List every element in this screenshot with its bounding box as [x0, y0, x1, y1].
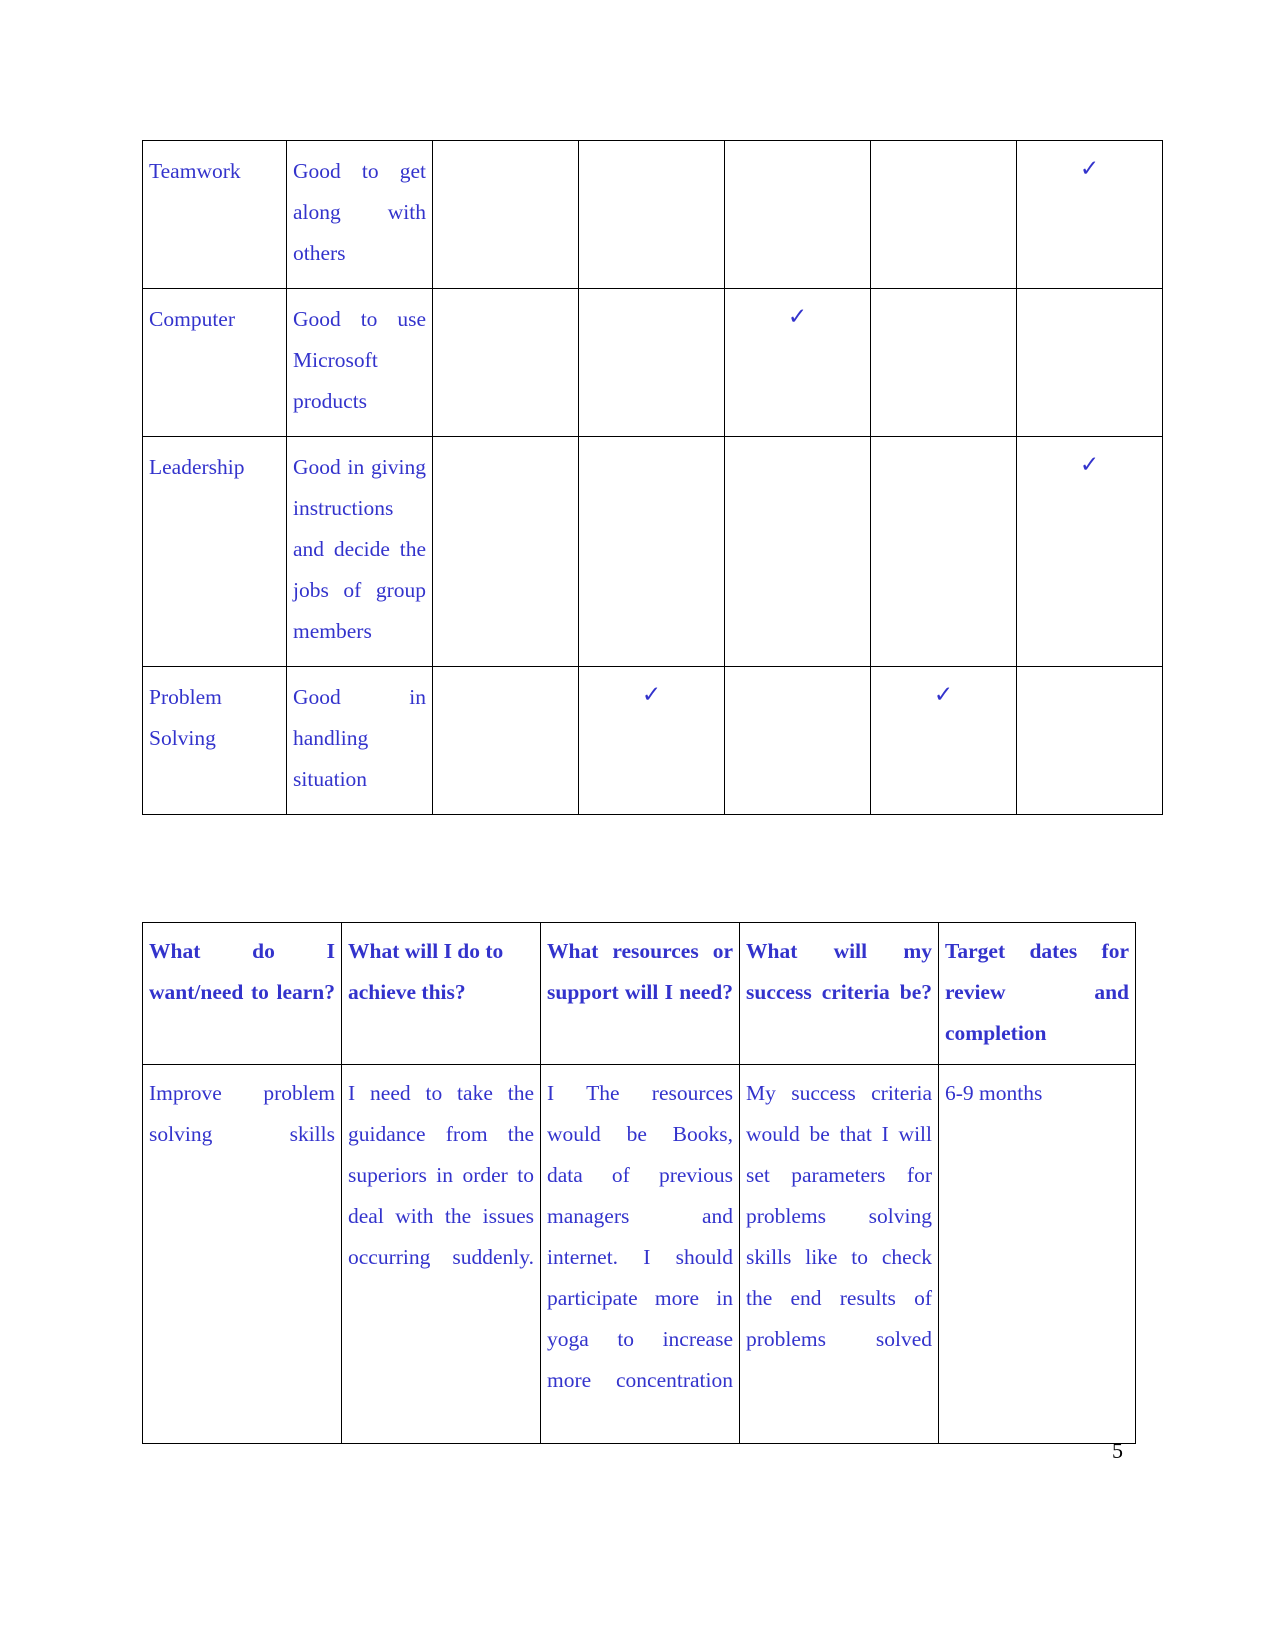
skill-description-cell: Good to get along with others: [286, 140, 433, 289]
document-page: Teamwork Good to get along with others ✓…: [0, 0, 1275, 1651]
rating-cell-5[interactable]: [1016, 288, 1163, 437]
check-icon: ✓: [1079, 156, 1100, 181]
rating-cell-3[interactable]: [724, 666, 871, 815]
check-icon: ✓: [1079, 452, 1100, 477]
plan-cell-resources: I The resources would be Books, data of …: [540, 1064, 740, 1444]
table-row: Improve problem solving skills I need to…: [142, 1064, 1136, 1444]
rating-cell-5[interactable]: ✓: [1016, 140, 1163, 289]
skill-name-cell: Problem Solving: [142, 666, 287, 815]
table-row: Problem Solving Good in handling situati…: [142, 666, 1163, 815]
skill-description-cell: Good in handling situation: [286, 666, 433, 815]
rating-cell-1[interactable]: [432, 288, 579, 437]
rating-cell-1[interactable]: [432, 436, 579, 667]
check-icon: ✓: [641, 682, 662, 707]
rating-cell-4[interactable]: [870, 436, 1017, 667]
rating-cell-4[interactable]: [870, 288, 1017, 437]
rating-cell-4[interactable]: ✓: [870, 666, 1017, 815]
rating-cell-2[interactable]: [578, 140, 725, 289]
plan-cell-learn: Improve problem solving skills: [142, 1064, 342, 1444]
skill-description-cell: Good in giving instructions and decide t…: [286, 436, 433, 667]
rating-cell-2[interactable]: ✓: [578, 666, 725, 815]
column-header-actions: What will I do to achieve this?: [341, 922, 541, 1065]
rating-cell-3[interactable]: ✓: [724, 288, 871, 437]
column-header-resources: What resources or support will I need?: [540, 922, 740, 1065]
rating-cell-3[interactable]: [724, 140, 871, 289]
rating-cell-1[interactable]: [432, 140, 579, 289]
rating-cell-2[interactable]: [578, 288, 725, 437]
rating-cell-1[interactable]: [432, 666, 579, 815]
plan-table-header: What do I want/need to learn? What will …: [142, 922, 1136, 1065]
skills-table-body: Teamwork Good to get along with others ✓…: [142, 140, 1163, 815]
development-plan-table: What do I want/need to learn? What will …: [142, 922, 1136, 1444]
table-header-row: What do I want/need to learn? What will …: [142, 922, 1136, 1065]
plan-cell-actions: I need to take the guidance from the sup…: [341, 1064, 541, 1444]
skill-name-cell: Computer: [142, 288, 287, 437]
column-header-success-criteria: What will my success criteria be?: [739, 922, 939, 1065]
page-number: 5: [1112, 1438, 1123, 1463]
table-row: Teamwork Good to get along with others ✓: [142, 140, 1163, 289]
skill-name-cell: Leadership: [142, 436, 287, 667]
plan-cell-success-criteria: My success criteria would be that I will…: [739, 1064, 939, 1444]
rating-cell-4[interactable]: [870, 140, 1017, 289]
rating-cell-5[interactable]: ✓: [1016, 436, 1163, 667]
check-icon: ✓: [933, 682, 954, 707]
skill-description-cell: Good to use Microsoft products: [286, 288, 433, 437]
rating-cell-5[interactable]: [1016, 666, 1163, 815]
check-icon: ✓: [787, 304, 808, 329]
column-header-learn: What do I want/need to learn?: [142, 922, 342, 1065]
plan-cell-target-dates: 6-9 months: [938, 1064, 1136, 1444]
rating-cell-3[interactable]: [724, 436, 871, 667]
skill-name-cell: Teamwork: [142, 140, 287, 289]
rating-cell-2[interactable]: [578, 436, 725, 667]
table-row: Computer Good to use Microsoft products …: [142, 288, 1163, 437]
skills-assessment-table: Teamwork Good to get along with others ✓…: [142, 140, 1163, 815]
plan-table-body: Improve problem solving skills I need to…: [142, 1064, 1136, 1444]
table-row: Leadership Good in giving instructions a…: [142, 436, 1163, 667]
column-header-target-dates: Target dates for review and completion: [938, 922, 1136, 1065]
